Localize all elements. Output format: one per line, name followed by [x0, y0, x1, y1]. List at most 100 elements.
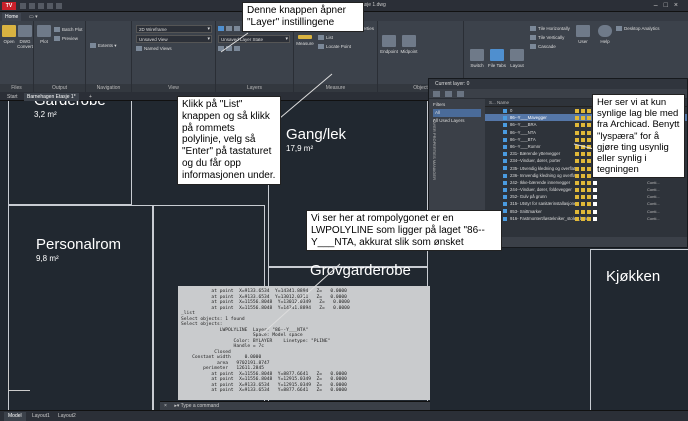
sun-icon[interactable] [581, 152, 585, 157]
bulb-icon[interactable] [575, 116, 579, 121]
cascade-button[interactable]: Cascade [530, 43, 556, 50]
tile-horizontally-button[interactable]: Tile Horizontally [530, 25, 570, 32]
file-tabs-button[interactable]: File Tabs [488, 49, 506, 68]
bulb-icon[interactable] [575, 173, 579, 178]
lock-icon[interactable] [587, 173, 591, 178]
sun-icon[interactable] [581, 180, 585, 185]
command-line[interactable]: × ▸▾ Type a command [160, 401, 430, 410]
tab-layout2[interactable]: Layout2 [54, 412, 80, 421]
lock-icon[interactable] [587, 202, 591, 207]
tab-panel-toggle[interactable]: ▭ ▾ [26, 13, 41, 21]
color-swatch-icon[interactable] [593, 188, 597, 193]
sun-icon[interactable] [581, 216, 585, 221]
lock-icon[interactable] [587, 116, 591, 121]
locate-point-button[interactable]: Locate Point [318, 43, 351, 50]
lock-icon[interactable] [587, 188, 591, 193]
lock-icon[interactable] [587, 166, 591, 171]
tab-home[interactable]: Home [2, 13, 22, 21]
color-swatch-icon[interactable] [593, 202, 597, 207]
dwg-convert-button[interactable]: DWG Convert [16, 25, 34, 49]
bulb-icon[interactable] [575, 109, 579, 113]
lock-icon[interactable] [587, 209, 591, 214]
bulb-icon[interactable] [575, 188, 579, 193]
color-swatch-icon[interactable] [593, 216, 597, 221]
help-button[interactable]: Help [596, 25, 614, 44]
layout-tabs-button[interactable]: Layout [508, 49, 526, 68]
sun-icon[interactable] [581, 130, 585, 135]
close-icon[interactable]: × [164, 403, 167, 409]
sun-icon[interactable] [581, 109, 585, 113]
layer-row[interactable]: 244--Vinduer, dører, foldevegger Conti... [485, 186, 687, 193]
lock-icon[interactable] [587, 216, 591, 221]
lock-icon[interactable] [587, 195, 591, 200]
color-swatch-icon[interactable] [593, 180, 597, 185]
sun-icon[interactable] [581, 188, 585, 193]
bulb-icon[interactable] [575, 202, 579, 207]
quick-access-toolbar[interactable] [20, 3, 100, 9]
lock-icon[interactable] [587, 130, 591, 135]
list-button[interactable]: List [318, 34, 333, 41]
tab-model[interactable]: Model [4, 412, 26, 421]
bulb-icon[interactable] [575, 144, 579, 149]
layer-state-icons[interactable] [575, 194, 645, 200]
bulb-icon[interactable] [575, 216, 579, 221]
plot-button[interactable]: Plot [35, 25, 53, 44]
layer-state-icons[interactable] [575, 209, 645, 214]
named-views-button[interactable]: Named Views [136, 45, 172, 52]
layer-properties-button[interactable] [218, 25, 242, 32]
tab-start[interactable]: Start [4, 93, 21, 101]
tile-vertically-button[interactable]: Tile Vertically [530, 34, 564, 41]
bulb-icon[interactable] [575, 209, 579, 214]
layer-row[interactable]: 853- Snittmarker Conti... [485, 208, 687, 215]
lock-icon[interactable] [587, 159, 591, 164]
measure-button[interactable]: Measure [296, 35, 314, 46]
extents-button[interactable]: Extents ▾ [90, 42, 117, 49]
visual-style-select[interactable]: 2D Wireframe [136, 25, 212, 33]
sun-icon[interactable] [581, 159, 585, 164]
desktop-analytics-button[interactable]: Desktop Analytics [616, 25, 660, 32]
lock-icon[interactable] [587, 109, 591, 113]
layer-state-icons[interactable] [575, 180, 645, 185]
tab-layout1[interactable]: Layout1 [28, 412, 54, 421]
endpoint-button[interactable]: Endpoint [380, 35, 398, 54]
user-button[interactable]: User [574, 25, 592, 44]
color-swatch-icon[interactable] [593, 195, 597, 200]
sun-icon[interactable] [581, 166, 585, 171]
layer-row[interactable]: 916- Fastmontert/løstekniker_stoler_bord… [485, 215, 687, 222]
command-input[interactable]: ▸▾ Type a command [174, 403, 219, 409]
lock-icon[interactable] [587, 152, 591, 157]
bulb-icon[interactable] [575, 159, 579, 164]
layer-row[interactable]: 252- Gulv på grunn Conti... [485, 193, 687, 200]
sun-icon[interactable] [581, 123, 585, 128]
new-tab-button[interactable]: + [86, 93, 95, 101]
filter-all[interactable]: All [433, 109, 481, 117]
sun-icon[interactable] [581, 202, 585, 207]
layer-state-icons[interactable] [575, 201, 645, 207]
lock-icon[interactable] [587, 123, 591, 128]
bulb-icon[interactable] [575, 152, 579, 157]
layer-row[interactable]: 315- Utstyr for sanitærinstallasjoner Con… [485, 200, 687, 207]
sun-icon[interactable] [581, 209, 585, 214]
tab-drawing[interactable]: Barnehagen Etasje 1* [24, 93, 79, 101]
bulb-icon[interactable] [575, 180, 579, 185]
preview-button[interactable]: Preview [54, 35, 78, 42]
layer-state-select[interactable]: Unsaved Layer State [218, 35, 290, 43]
color-swatch-icon[interactable] [593, 209, 597, 214]
sun-icon[interactable] [581, 144, 585, 149]
bulb-icon[interactable] [575, 123, 579, 128]
sun-icon[interactable] [581, 137, 585, 142]
lock-icon[interactable] [587, 180, 591, 185]
sun-icon[interactable] [581, 116, 585, 121]
batch-plot-button[interactable]: Batch Plot [54, 26, 83, 33]
switch-button[interactable]: Switch [468, 49, 486, 68]
layer-tools[interactable] [218, 45, 242, 52]
lock-icon[interactable] [587, 137, 591, 142]
lock-icon[interactable] [587, 144, 591, 149]
bulb-icon[interactable] [575, 195, 579, 200]
bulb-icon[interactable] [575, 130, 579, 135]
sun-icon[interactable] [581, 173, 585, 178]
bulb-icon[interactable] [575, 137, 579, 142]
layer-row[interactable]: 242- Ikke-bærende innervegger Conti... [485, 179, 687, 186]
layer-state-icons[interactable] [575, 216, 645, 221]
saved-view-select[interactable]: Unsaved View [136, 35, 212, 43]
